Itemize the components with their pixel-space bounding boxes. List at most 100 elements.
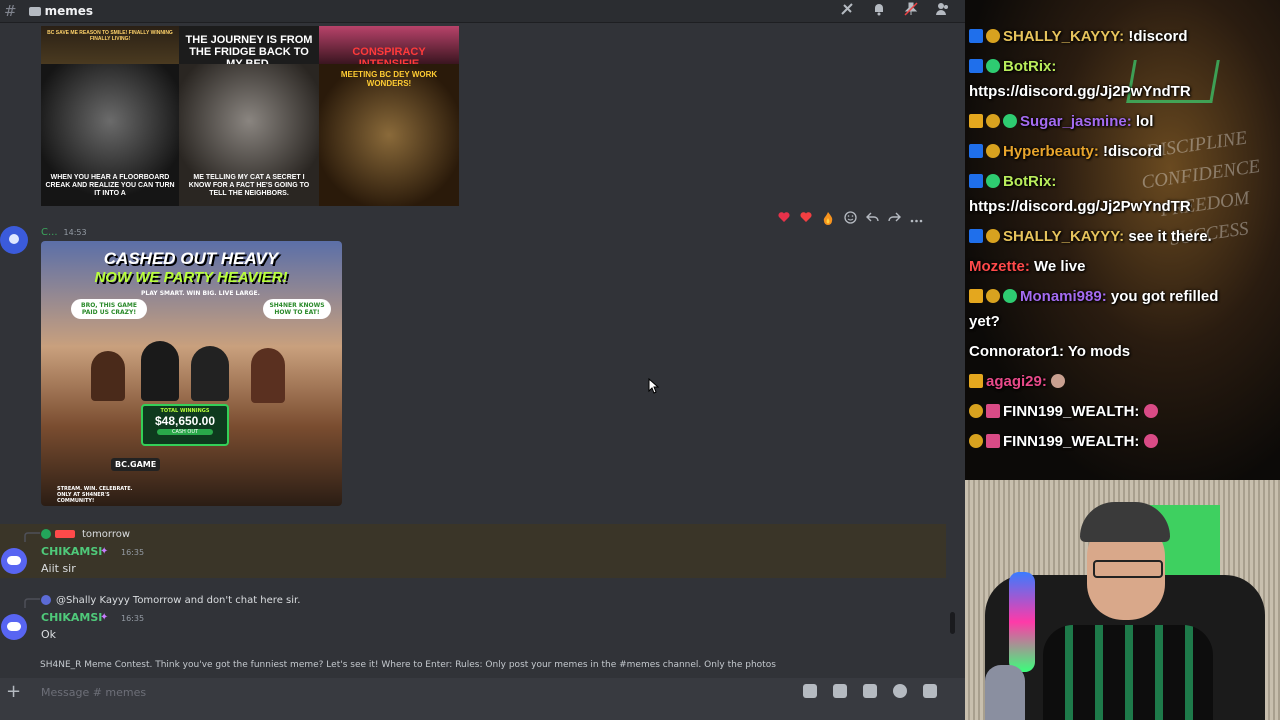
chat-user[interactable]: BotRix:: [1003, 58, 1056, 75]
header-toolbar: [839, 2, 951, 18]
meme-tile[interactable]: MEETING BC DEY WORK WONDERS!: [319, 64, 459, 206]
tier-badge-icon: [986, 229, 1000, 243]
emote-icon: [1143, 404, 1158, 418]
chat-message: SHALLY_KAYYY: see it there.: [969, 228, 1212, 246]
hash-icon: #: [4, 2, 17, 20]
more-icon[interactable]: [908, 211, 924, 229]
chat-text: you got refilled: [1110, 288, 1219, 305]
sub-badge-icon: [986, 434, 1000, 448]
gift-icon[interactable]: [803, 684, 817, 698]
discord-avatar-icon[interactable]: [1, 548, 27, 574]
chat-user[interactable]: SHALLY_KAYYY:: [1003, 228, 1124, 245]
meme-tile[interactable]: BC SAVE ME REASON TO SMILE! FINALLY WINN…: [41, 26, 179, 64]
partial-message-preview: SH4NE_R Meme Contest. Think you've got t…: [40, 660, 776, 670]
chat-message: BotRix:: [969, 58, 1056, 76]
poster-headline-2: NOW WE PARTY HEAVIER!: [94, 269, 288, 286]
poster-footer: STREAM. WIN. CELEBRATE. ONLY AT SH4NER'S…: [57, 486, 133, 504]
chat-message: https://discord.gg/Jj2PwYndTR: [969, 198, 1191, 216]
apps-icon[interactable]: [923, 684, 937, 698]
threads-icon[interactable]: [839, 2, 855, 18]
chat-user[interactable]: FINN199_WEALTH:: [1003, 433, 1139, 450]
chat-message: Hyperbeauty: !discord: [969, 143, 1162, 161]
fire-icon[interactable]: [820, 211, 836, 229]
bell-icon[interactable]: [871, 2, 887, 18]
chat-user[interactable]: Sugar_jasmine:: [1020, 113, 1132, 130]
message-input[interactable]: Message # memes: [41, 686, 146, 699]
message-timestamp: 14:53: [63, 228, 87, 237]
meme-caption: CONSPIRACY INTENSIFIE: [352, 46, 426, 64]
sub-badge-icon: [986, 404, 1000, 418]
discord-window: # memes BC SAVE ME REASON TO SMILE! FINA…: [0, 0, 965, 720]
chat-message: SHALLY_KAYYY: !discord: [969, 28, 1188, 46]
role-icon: ✦: [100, 612, 109, 623]
chat-user[interactable]: agagi29:: [986, 373, 1047, 390]
glasses-icon: [1093, 560, 1163, 578]
sticker-icon[interactable]: [863, 684, 877, 698]
meme-tile[interactable]: WHEN YOU HEAR A FLOORBOARD CREAK AND REA…: [41, 64, 179, 206]
verified-badge-icon: [969, 174, 983, 188]
meme-tile[interactable]: ME TELLING MY CAT A SECRET I KNOW FOR A …: [179, 64, 319, 206]
discord-avatar-icon[interactable]: [1, 614, 27, 640]
meme-tile[interactable]: CONSPIRACY INTENSIFIE: [319, 26, 459, 64]
chat-user[interactable]: Hyperbeauty:: [1003, 143, 1099, 160]
chat-text: Yo mods: [1067, 343, 1131, 360]
reply-preview[interactable]: tomorrow: [82, 529, 130, 540]
microphone-icon: [1009, 572, 1035, 672]
attached-image-poster[interactable]: CASHED OUT HEAVY NOW WE PARTY HEAVIER! P…: [41, 241, 342, 506]
author-name[interactable]: C...: [41, 227, 58, 238]
reply-connector-icon: [24, 532, 40, 542]
channel-name: memes: [44, 4, 94, 18]
tier-badge-icon: [969, 404, 983, 418]
message-text: Aiit sir: [41, 562, 76, 575]
chat-user[interactable]: Mozette:: [969, 258, 1030, 275]
gift-badge-icon: [1003, 289, 1017, 303]
meme-caption: WHEN YOU HEAR A FLOORBOARD CREAK AND REA…: [45, 174, 175, 197]
heart-red-icon[interactable]: [776, 211, 792, 229]
chat-user[interactable]: BotRix:: [1003, 173, 1056, 190]
scrollbar-thumb[interactable]: [950, 612, 955, 634]
poster-bubble-left: BRO, THIS GAME PAID US CRAZY!: [71, 299, 147, 319]
chat-text: yet?: [969, 313, 1000, 330]
meme-caption: THE JOURNEY IS FROM THE FRIDGE BACK TO M…: [185, 34, 313, 64]
poster-crowd: [81, 336, 311, 406]
chat-text: https://discord.gg/Jj2PwYndTR: [969, 83, 1191, 100]
message-author[interactable]: CHIKAMSI: [41, 611, 102, 624]
message-author[interactable]: CHIKAMSI: [41, 545, 102, 558]
chat-user[interactable]: SHALLY_KAYYY:: [1003, 28, 1124, 45]
chat-text: see it there.: [1128, 228, 1212, 245]
reply-preview[interactable]: @Shally Kayyy Tomorrow and don't chat he…: [56, 595, 300, 606]
chat-message: Connorator1: Yo mods: [969, 343, 1130, 361]
emote-icon: [1051, 374, 1066, 388]
members-icon[interactable]: [935, 2, 951, 18]
pin-icon[interactable]: [903, 2, 919, 18]
chat-user[interactable]: Monami989:: [1020, 288, 1107, 305]
tier-badge-icon: [986, 289, 1000, 303]
memes-image-grid[interactable]: BC SAVE ME REASON TO SMILE! FINALLY WINN…: [41, 26, 459, 206]
stream-chat-overlay: DISCIPLINE CONFIDENCE FREEDOM SUCCESS SH…: [965, 0, 1280, 480]
meme-caption: ME TELLING MY CAT A SECRET I KNOW FOR A …: [188, 174, 310, 197]
tier-badge-icon: [986, 144, 1000, 158]
bot-badge-icon: [986, 174, 1000, 188]
channel-emoji-icon: [28, 6, 41, 16]
chat-message: agagi29:: [969, 373, 1068, 391]
add-reaction-icon[interactable]: [842, 211, 858, 229]
chat-message: Sugar_jasmine: lol: [969, 113, 1153, 131]
message-text: Ok: [41, 628, 57, 641]
gif-icon[interactable]: [833, 684, 847, 698]
meme-caption: MEETING BC DEY WORK WONDERS!: [340, 70, 438, 88]
chat-message: Monami989: you got refilled: [969, 288, 1218, 306]
chat-user[interactable]: FINN199_WEALTH:: [1003, 403, 1139, 420]
emoji-icon[interactable]: [893, 684, 907, 698]
chat-text: lol: [1135, 113, 1154, 130]
heart-icon[interactable]: [798, 211, 814, 229]
tier-badge-icon: [986, 114, 1000, 128]
forward-icon[interactable]: [886, 211, 902, 229]
chat-user[interactable]: Connorator1:: [969, 343, 1064, 360]
avatar[interactable]: [0, 226, 28, 254]
add-attachment-button[interactable]: +: [6, 681, 21, 702]
verified-badge-icon: [969, 144, 983, 158]
message-timestamp: 16:35: [121, 614, 145, 623]
message-author[interactable]: C... 14:53: [41, 227, 87, 238]
meme-tile[interactable]: THE JOURNEY IS FROM THE FRIDGE BACK TO M…: [179, 26, 319, 64]
reply-icon[interactable]: [864, 211, 880, 229]
